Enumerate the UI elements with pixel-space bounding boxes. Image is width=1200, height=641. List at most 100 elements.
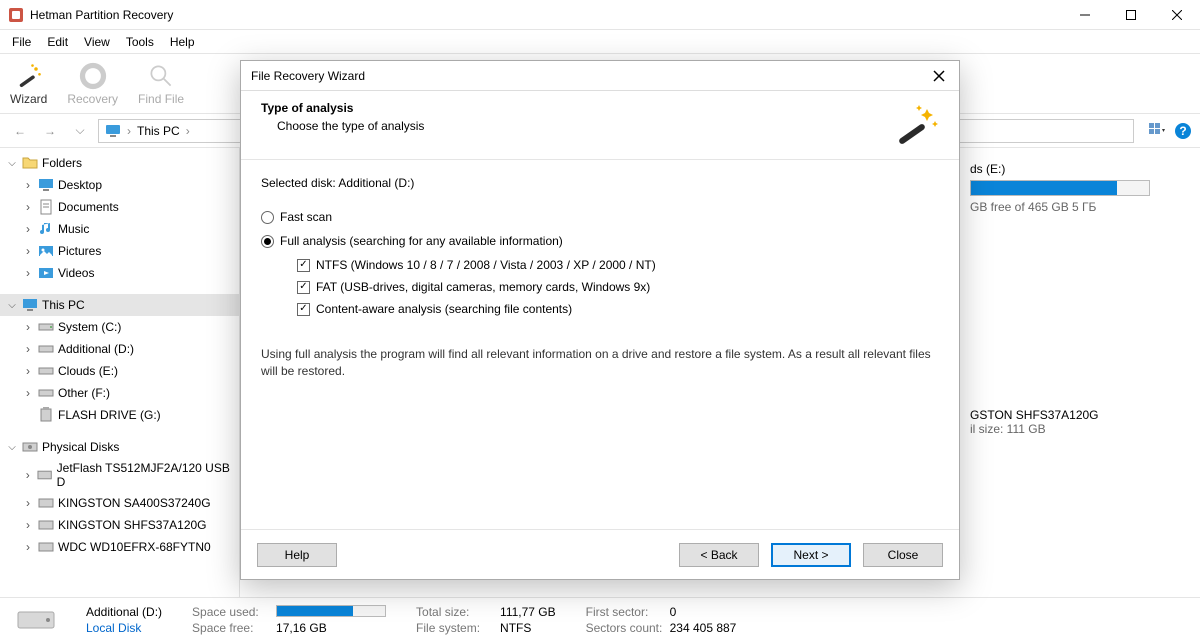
- chevron-right-icon[interactable]: [22, 540, 34, 554]
- tree-item-desktop[interactable]: Desktop: [0, 174, 239, 196]
- hdd-icon: [22, 439, 38, 455]
- next-button-label: Next >: [793, 548, 828, 562]
- radio-icon: [261, 211, 274, 224]
- menu-file[interactable]: File: [4, 33, 39, 51]
- menu-bar: File Edit View Tools Help: [0, 30, 1200, 54]
- toolbar-wizard-label: Wizard: [10, 92, 47, 106]
- tree-item-other-f[interactable]: Other (F:): [0, 382, 239, 404]
- checkbox-content-aware[interactable]: Content-aware analysis (searching file c…: [297, 302, 939, 316]
- pictures-icon: [38, 243, 54, 259]
- tree-item-kingston-sa400[interactable]: KINGSTON SA400S37240G: [0, 492, 239, 514]
- wand-icon: [15, 62, 43, 90]
- chevron-down-icon[interactable]: [6, 158, 18, 169]
- next-button[interactable]: Next >: [771, 543, 851, 567]
- toolbar-wizard[interactable]: Wizard: [10, 62, 47, 106]
- tree-item-documents[interactable]: Documents: [0, 196, 239, 218]
- chevron-right-icon[interactable]: [22, 364, 34, 378]
- tree-item-additional-d[interactable]: Additional (D:): [0, 338, 239, 360]
- chevron-down-icon[interactable]: [6, 442, 18, 453]
- view-options-button[interactable]: [1148, 122, 1166, 140]
- usb-icon: [38, 407, 54, 423]
- drive-icon: [16, 606, 56, 634]
- back-button[interactable]: < Back: [679, 543, 759, 567]
- help-icon[interactable]: ?: [1174, 122, 1192, 140]
- tree-item-label: Videos: [58, 266, 94, 280]
- tree-item-flashdrive-g[interactable]: FLASH DRIVE (G:): [0, 404, 239, 426]
- chevron-right-icon[interactable]: [22, 244, 34, 258]
- dialog-heading: Type of analysis: [261, 101, 891, 115]
- help-button[interactable]: Help: [257, 543, 337, 567]
- chevron-right-icon[interactable]: [22, 222, 34, 236]
- tree-item-label: System (C:): [58, 320, 121, 334]
- chevron-right-icon[interactable]: [22, 266, 34, 280]
- volume-free-text: GB free of 465 GB 5 ГБ: [970, 200, 1180, 214]
- window-maximize-button[interactable]: [1108, 0, 1154, 29]
- tree-item-wdc[interactable]: WDC WD10EFRX-68FYTN0: [0, 536, 239, 558]
- disk-size-fragment: il size: 111 GB: [970, 422, 1180, 436]
- breadcrumb-root[interactable]: This PC: [137, 124, 180, 138]
- checkbox-checked-icon: [297, 303, 310, 316]
- volume-usage-bar: [970, 180, 1150, 196]
- window-minimize-button[interactable]: [1062, 0, 1108, 29]
- nav-forward-button[interactable]: →: [38, 119, 62, 143]
- status-sectors-count-label: Sectors count:: [586, 621, 664, 635]
- chevron-right-icon[interactable]: [22, 496, 34, 510]
- status-first-sector: 0: [670, 605, 677, 619]
- toolbar-findfile[interactable]: Find File: [138, 62, 184, 106]
- music-icon: [38, 221, 54, 237]
- tree-item-label: Clouds (E:): [58, 364, 118, 378]
- window-close-button[interactable]: [1154, 0, 1200, 29]
- status-sectors-count: 234 405 887: [670, 621, 737, 635]
- radio-fast-scan[interactable]: Fast scan: [261, 210, 939, 224]
- checkbox-checked-icon: [297, 259, 310, 272]
- nav-history-dropdown[interactable]: ⌵: [68, 119, 92, 143]
- menu-edit[interactable]: Edit: [39, 33, 76, 51]
- wand-icon: [891, 101, 939, 149]
- menu-view[interactable]: View: [76, 33, 118, 51]
- checkbox-ntfs[interactable]: NTFS (Windows 10 / 8 / 7 / 2008 / Vista …: [297, 258, 939, 272]
- tree-item-jetflash[interactable]: JetFlash TS512MJF2A/120 USB D: [0, 458, 239, 492]
- search-icon: [147, 62, 175, 90]
- nav-back-button[interactable]: ←: [8, 119, 32, 143]
- tree-item-label: Additional (D:): [58, 342, 134, 356]
- tree-section-folders[interactable]: Folders: [0, 152, 239, 174]
- status-space-free-label: Space free:: [192, 621, 270, 635]
- status-fs: NTFS: [500, 621, 531, 635]
- close-button[interactable]: Close: [863, 543, 943, 567]
- checkbox-fat[interactable]: FAT (USB-drives, digital cameras, memory…: [297, 280, 939, 294]
- chevron-right-icon[interactable]: [22, 468, 33, 482]
- tree-item-videos[interactable]: Videos: [0, 262, 239, 284]
- tree-section-thispc[interactable]: This PC: [0, 294, 239, 316]
- status-space-used-bar: [276, 605, 386, 617]
- app-icon: [8, 7, 24, 23]
- folders-label: Folders: [42, 156, 82, 170]
- checkbox-fat-label: FAT (USB-drives, digital cameras, memory…: [316, 280, 650, 294]
- tree-item-clouds-e[interactable]: Clouds (E:): [0, 360, 239, 382]
- window-titlebar: Hetman Partition Recovery: [0, 0, 1200, 30]
- dialog-close-button[interactable]: [929, 66, 949, 86]
- document-icon: [38, 199, 54, 215]
- videos-icon: [38, 265, 54, 281]
- chevron-right-icon[interactable]: [22, 200, 34, 214]
- toolbar-recovery[interactable]: Recovery: [67, 62, 118, 106]
- status-disk-name: Additional (D:): [86, 605, 162, 619]
- chevron-right-icon[interactable]: [22, 320, 34, 334]
- lifebuoy-icon: [79, 62, 107, 90]
- chevron-right-icon[interactable]: [22, 178, 34, 192]
- tree-item-pictures[interactable]: Pictures: [0, 240, 239, 262]
- tree-item-system-c[interactable]: System (C:): [0, 316, 239, 338]
- chevron-right-icon[interactable]: [22, 342, 34, 356]
- chevron-right-icon[interactable]: [22, 518, 34, 532]
- tree-section-physical[interactable]: Physical Disks: [0, 436, 239, 458]
- hdd-icon: [38, 495, 54, 511]
- svg-text:?: ?: [1179, 124, 1186, 138]
- hdd-icon: [38, 539, 54, 555]
- menu-tools[interactable]: Tools: [118, 33, 162, 51]
- tree-item-label: Desktop: [58, 178, 102, 192]
- chevron-down-icon[interactable]: [6, 300, 18, 311]
- tree-item-music[interactable]: Music: [0, 218, 239, 240]
- chevron-right-icon[interactable]: [22, 386, 34, 400]
- tree-item-kingston-shfs[interactable]: KINGSTON SHFS37A120G: [0, 514, 239, 536]
- menu-help[interactable]: Help: [162, 33, 203, 51]
- radio-full-analysis[interactable]: Full analysis (searching for any availab…: [261, 234, 939, 248]
